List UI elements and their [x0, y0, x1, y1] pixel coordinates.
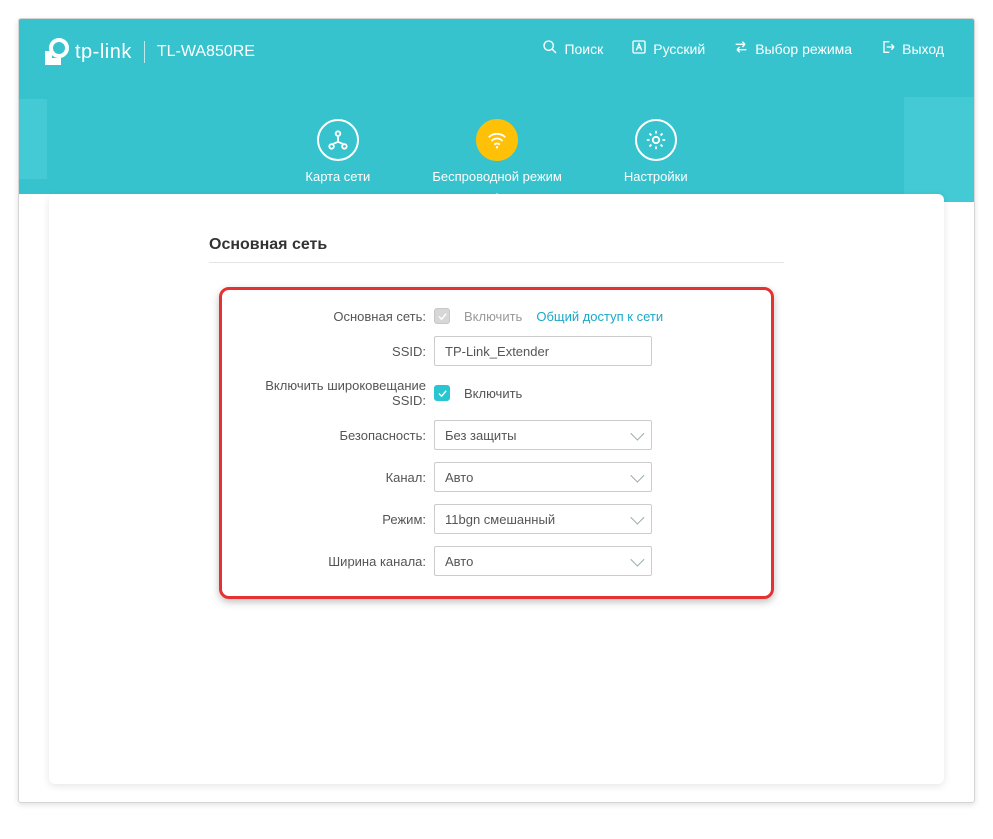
share-network-link[interactable]: Общий доступ к сети: [536, 309, 663, 324]
logout-icon: [880, 39, 896, 58]
security-select[interactable]: Без защиты: [434, 420, 652, 450]
row-channel: Канал: Авто: [244, 462, 749, 492]
row-security: Безопасность: Без защиты: [244, 420, 749, 450]
brand-model: TL-WA850RE: [157, 43, 255, 61]
row-channel-width: Ширина канала: Авто: [244, 546, 749, 576]
language-label: Русский: [653, 41, 705, 57]
label-channel: Канал:: [244, 470, 434, 485]
mode-label: Выбор режима: [755, 41, 852, 57]
network-map-icon: [317, 119, 359, 161]
row-broadcast: Включить широковещание SSID: Включить: [244, 378, 749, 408]
chevron-down-icon: [630, 469, 644, 483]
chevron-down-icon: [630, 511, 644, 525]
label-channel-width: Ширина канала:: [244, 554, 434, 569]
chevron-down-icon: [630, 427, 644, 441]
channel-value: Авто: [445, 470, 473, 485]
tab-label: Беспроводной режим: [432, 169, 562, 184]
broadcast-checkbox[interactable]: [434, 385, 450, 401]
search-action[interactable]: Поиск: [542, 39, 603, 58]
mode-value: 11bgn смешанный: [445, 512, 555, 527]
tab-network-map[interactable]: Карта сети: [305, 119, 370, 184]
label-ssid: SSID:: [244, 344, 434, 359]
search-icon: [542, 39, 558, 58]
security-value: Без защиты: [445, 428, 517, 443]
search-label: Поиск: [564, 41, 603, 57]
brand-separator: [144, 41, 145, 63]
swap-icon: [733, 39, 749, 58]
gear-icon: [635, 119, 677, 161]
row-host-network: Основная сеть: Включить Общий доступ к с…: [244, 308, 749, 324]
language-action[interactable]: Русский: [631, 39, 705, 58]
mode-select[interactable]: 11bgn смешанный: [434, 504, 652, 534]
tab-label: Карта сети: [305, 169, 370, 184]
tab-label: Настройки: [624, 169, 688, 184]
label-mode: Режим:: [244, 512, 434, 527]
section-title: Основная сеть: [209, 236, 944, 254]
tp-link-logo-icon: [41, 37, 71, 67]
label-broadcast: Включить широковещание SSID:: [244, 378, 434, 408]
channel-width-value: Авто: [445, 554, 473, 569]
tab-settings[interactable]: Настройки: [624, 119, 688, 184]
main-nav: Карта сети Беспроводной режим Настройки: [19, 119, 974, 184]
host-network-enable-label: Включить: [464, 309, 522, 324]
banner: tp-link TL-WA850RE Поиск Русский: [19, 19, 974, 194]
ssid-input[interactable]: [434, 336, 652, 366]
channel-select[interactable]: Авто: [434, 462, 652, 492]
content-card: Основная сеть Основная сеть: Включить Об…: [49, 194, 944, 784]
brand-text: tp-link: [75, 41, 132, 64]
row-mode: Режим: 11bgn смешанный: [244, 504, 749, 534]
section-divider: [209, 262, 784, 263]
highlight-box: Основная сеть: Включить Общий доступ к с…: [219, 287, 774, 599]
broadcast-enable-label: Включить: [464, 386, 522, 401]
mode-action[interactable]: Выбор режима: [733, 39, 852, 58]
host-network-checkbox[interactable]: [434, 308, 450, 324]
logout-action[interactable]: Выход: [880, 39, 944, 58]
chevron-down-icon: [630, 553, 644, 567]
language-icon: [631, 39, 647, 58]
wifi-icon: [476, 119, 518, 161]
logout-label: Выход: [902, 41, 944, 57]
row-ssid: SSID:: [244, 336, 749, 366]
label-host-network: Основная сеть:: [244, 309, 434, 324]
label-security: Безопасность:: [244, 428, 434, 443]
channel-width-select[interactable]: Авто: [434, 546, 652, 576]
tab-wireless[interactable]: Беспроводной режим: [432, 119, 562, 184]
